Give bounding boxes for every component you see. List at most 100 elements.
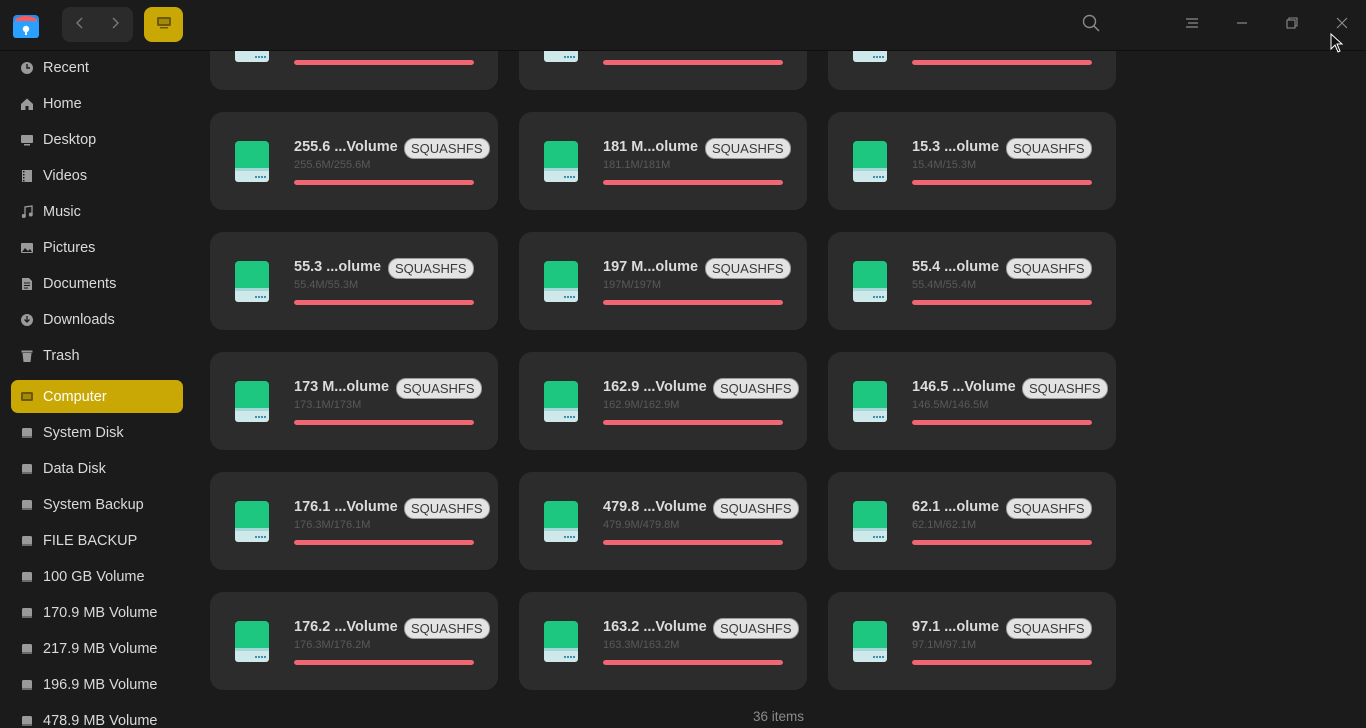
- disk-card[interactable]: [519, 50, 807, 90]
- disk-usage-text: 55.4M/55.3M: [294, 279, 359, 291]
- sidebar-item-desktop[interactable]: Desktop: [11, 123, 183, 156]
- sidebar-item-home[interactable]: Home: [11, 87, 183, 120]
- sidebar-item-label: Data Disk: [43, 460, 106, 477]
- picture-icon: [20, 241, 34, 255]
- disk-card[interactable]: 55.3 ...olume SQUASHFS 55.4M/55.3M: [210, 232, 498, 330]
- disk-usage-bar-fill: [603, 180, 783, 185]
- sidebar-item-478-9-mb-volume[interactable]: 478.9 MB Volume: [11, 704, 183, 728]
- sidebar-item-label: 478.9 MB Volume: [43, 712, 158, 728]
- disk-card[interactable]: [828, 50, 1116, 90]
- disk-card[interactable]: 197 M...olume SQUASHFS 197M/197M: [519, 232, 807, 330]
- sidebar-item-pictures[interactable]: Pictures: [11, 231, 183, 264]
- disk-card[interactable]: 62.1 ...olume SQUASHFS 62.1M/62.1M: [828, 472, 1116, 570]
- disk-usage-bar: [912, 180, 1092, 185]
- sidebar-item-label: Desktop: [43, 131, 97, 148]
- disk-usage-bar-fill: [294, 660, 474, 665]
- sidebar-item-system-disk[interactable]: System Disk: [11, 416, 183, 449]
- disk-usage-text: 163.3M/163.2M: [603, 639, 680, 651]
- disk-usage-bar-fill: [912, 60, 1092, 65]
- forward-button[interactable]: [97, 7, 132, 42]
- disk-usage-bar: [294, 660, 474, 665]
- minimize-icon: [1235, 16, 1249, 35]
- search-button[interactable]: [1080, 14, 1102, 36]
- disk-card[interactable]: 479.8 ...Volume SQUASHFS 479.9M/479.8M: [519, 472, 807, 570]
- back-button[interactable]: [62, 7, 97, 42]
- disk-usage-bar-fill: [294, 180, 474, 185]
- disk-usage-text: 15.4M/15.3M: [912, 159, 977, 171]
- disk-icon: [20, 678, 34, 692]
- disk-drive-icon: [234, 141, 270, 182]
- sidebar-item-label: 170.9 MB Volume: [43, 604, 158, 621]
- sidebar-item-217-9-mb-volume[interactable]: 217.9 MB Volume: [11, 632, 183, 665]
- filesystem-badge: SQUASHFS: [713, 498, 799, 519]
- filesystem-badge: SQUASHFS: [713, 618, 799, 639]
- sidebar-item-documents[interactable]: Documents: [11, 267, 183, 300]
- disk-card[interactable]: 255.6 ...Volume SQUASHFS 255.6M/255.6M: [210, 112, 498, 210]
- disk-drive-icon: [852, 621, 888, 662]
- computer-view-button[interactable]: [144, 7, 183, 42]
- sidebar-item-100-gb-volume[interactable]: 100 GB Volume: [11, 560, 183, 593]
- disk-usage-bar-fill: [912, 540, 1092, 545]
- disk-card[interactable]: 173 M...olume SQUASHFS 173.1M/173M: [210, 352, 498, 450]
- disk-icon: [20, 714, 34, 728]
- disk-name: 176.1 ...Volume: [294, 499, 398, 515]
- disk-usage-text: 181.1M/181M: [603, 159, 671, 171]
- disk-card[interactable]: 163.2 ...Volume SQUASHFS 163.3M/163.2M: [519, 592, 807, 690]
- trash-icon: [20, 349, 34, 363]
- maximize-button[interactable]: [1281, 14, 1303, 36]
- sidebar-item-170-9-mb-volume[interactable]: 170.9 MB Volume: [11, 596, 183, 629]
- disk-card[interactable]: 176.1 ...Volume SQUASHFS 176.3M/176.1M: [210, 472, 498, 570]
- sidebar: Recent Home Desktop Videos Music Pictures Docu…: [0, 50, 195, 728]
- disk-name: 55.4 ...olume: [912, 259, 1000, 275]
- disk-usage-text: 255.6M/255.6M: [294, 159, 371, 171]
- disk-name: 255.6 ...Volume: [294, 139, 398, 155]
- sidebar-item-videos[interactable]: Videos: [11, 159, 183, 192]
- disk-usage-bar: [603, 60, 783, 65]
- disk-drive-icon: [234, 381, 270, 422]
- disk-card[interactable]: 146.5 ...Volume SQUASHFS 146.5M/146.5M: [828, 352, 1116, 450]
- disk-usage-bar: [912, 300, 1092, 305]
- disk-icon: [20, 462, 34, 476]
- disk-usage-text: 197M/197M: [603, 279, 662, 291]
- sidebar-item-data-disk[interactable]: Data Disk: [11, 452, 183, 485]
- disk-drive-icon: [543, 141, 579, 182]
- disk-usage-text: 176.3M/176.1M: [294, 519, 371, 531]
- disk-card[interactable]: 15.3 ...olume SQUASHFS 15.4M/15.3M: [828, 112, 1116, 210]
- sidebar-item-downloads[interactable]: Downloads: [11, 303, 183, 336]
- disk-usage-bar-fill: [603, 540, 783, 545]
- sidebar-item-system-backup[interactable]: System Backup: [11, 488, 183, 521]
- disk-usage-bar-fill: [294, 300, 474, 305]
- sidebar-item-trash[interactable]: Trash: [11, 339, 183, 372]
- desktop-icon: [20, 133, 34, 147]
- disk-name: 197 M...olume: [603, 259, 699, 275]
- disk-card[interactable]: 176.2 ...Volume SQUASHFS 176.3M/176.2M: [210, 592, 498, 690]
- disk-card[interactable]: 162.9 ...Volume SQUASHFS 162.9M/162.9M: [519, 352, 807, 450]
- sidebar-item-recent[interactable]: Recent: [11, 51, 183, 84]
- disk-drive-icon: [543, 501, 579, 542]
- sidebar-item-196-9-mb-volume[interactable]: 196.9 MB Volume: [11, 668, 183, 701]
- filesystem-badge: SQUASHFS: [404, 138, 490, 159]
- sidebar-item-file-backup[interactable]: FILE BACKUP: [11, 524, 183, 557]
- search-icon: [1082, 14, 1100, 37]
- computer-view: 255.6 ...Volume SQUASHFS 255.6M/255.6M 181…: [195, 50, 1366, 728]
- filesystem-badge: SQUASHFS: [1006, 138, 1092, 159]
- document-icon: [20, 277, 34, 291]
- disk-card[interactable]: 97.1 ...olume SQUASHFS 97.1M/97.1M: [828, 592, 1116, 690]
- disk-card[interactable]: [210, 50, 498, 90]
- sidebar-item-label: Documents: [43, 275, 117, 292]
- sidebar-item-music[interactable]: Music: [11, 195, 183, 228]
- disk-name: 97.1 ...olume: [912, 619, 1000, 635]
- minimize-button[interactable]: [1231, 14, 1253, 36]
- sidebar-item-label: System Disk: [43, 424, 124, 441]
- disk-usage-text: 62.1M/62.1M: [912, 519, 977, 531]
- disk-name: 163.2 ...Volume: [603, 619, 707, 635]
- sidebar-item-computer[interactable]: Computer: [11, 380, 183, 413]
- main-menu-button[interactable]: [1181, 14, 1203, 36]
- filesystem-badge: SQUASHFS: [404, 618, 490, 639]
- disk-card[interactable]: 55.4 ...olume SQUASHFS 55.4M/55.4M: [828, 232, 1116, 330]
- disk-drive-icon: [543, 621, 579, 662]
- disk-name: 146.5 ...Volume: [912, 379, 1016, 395]
- disk-card[interactable]: 181 M...olume SQUASHFS 181.1M/181M: [519, 112, 807, 210]
- chevron-left-icon: [74, 16, 86, 34]
- home-icon: [20, 97, 34, 111]
